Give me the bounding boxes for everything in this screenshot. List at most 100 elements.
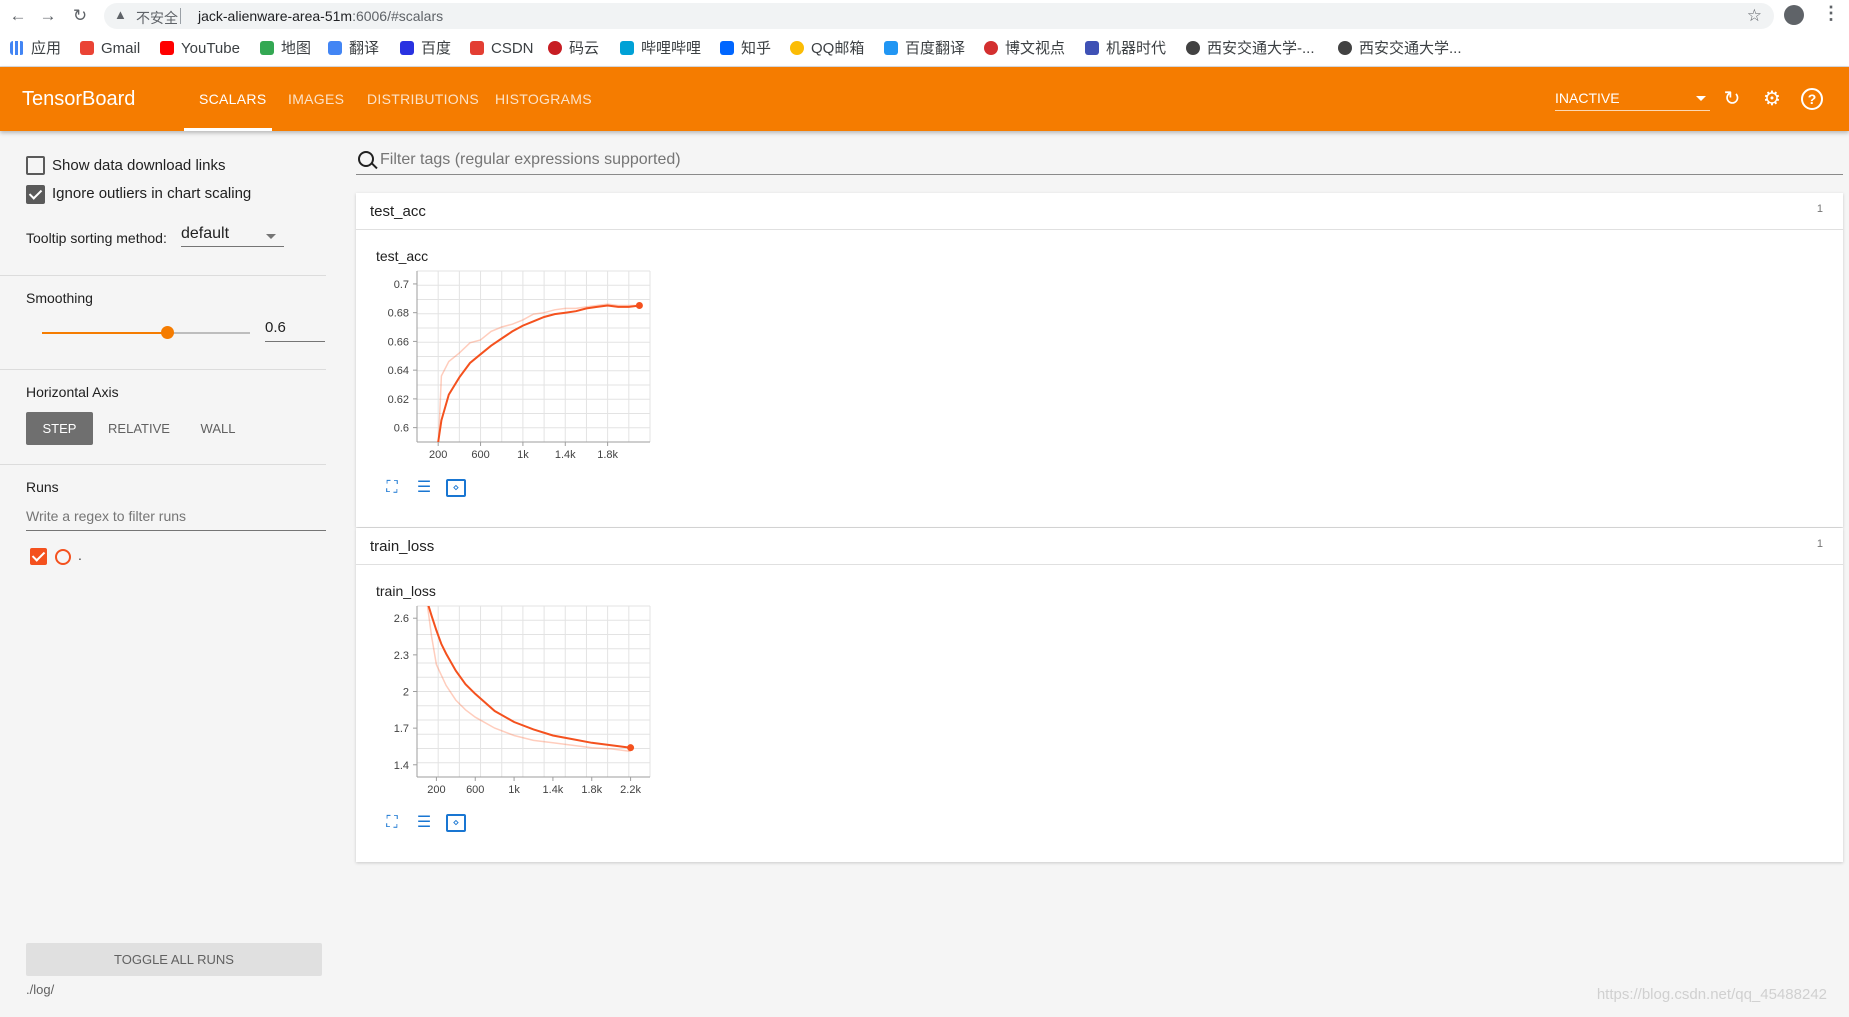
y-tick-label: 2.3: [394, 650, 409, 662]
url-text[interactable]: jack-alienware-area-51m:6006/#scalars: [198, 8, 443, 24]
fit-domain-icon[interactable]: ⋄: [446, 814, 466, 832]
bookmark-label: 翻译: [349, 40, 380, 57]
app-title: TensorBoard: [22, 88, 136, 110]
tag-filter-input[interactable]: Filter tags (regular expressions support…: [356, 147, 1843, 175]
bookmark-label: QQ邮箱: [811, 40, 865, 57]
tag-filter-placeholder: Filter tags (regular expressions support…: [380, 151, 681, 168]
fit-domain-icon[interactable]: ⋄: [446, 479, 466, 497]
run-color-circle: [55, 549, 71, 565]
baidu-icon: [400, 41, 414, 55]
bookmark-baidu-translate[interactable]: 百度翻译: [884, 40, 965, 58]
smoothing-input[interactable]: 0.6: [265, 319, 325, 342]
card-header[interactable]: test_acc 1: [356, 193, 1843, 230]
bookmark-csdn[interactable]: CSDN: [470, 40, 534, 58]
smoothing-slider-fill: [42, 332, 167, 334]
bookmark-gitee[interactable]: 码云: [548, 40, 599, 58]
back-icon[interactable]: ←: [8, 6, 28, 26]
axis-step-button[interactable]: STEP: [26, 412, 93, 445]
bookmark-qqmail[interactable]: QQ邮箱: [790, 40, 864, 58]
maps-icon: [260, 41, 274, 55]
bookmark-gmail[interactable]: Gmail: [80, 40, 140, 58]
y-tick-label: 0.6: [394, 423, 409, 435]
bookmark-apps[interactable]: 应用: [10, 40, 61, 58]
tab-scalars[interactable]: SCALARS: [199, 91, 266, 107]
help-icon[interactable]: ?: [1801, 88, 1823, 110]
card-count: 1: [1816, 538, 1823, 550]
baidu-translate-icon: [884, 41, 898, 55]
card-count: 1: [1816, 203, 1823, 215]
bookmark-label: 百度翻译: [905, 40, 966, 57]
bookmark-label: 博文视点: [1005, 40, 1066, 57]
x-tick-label: 1.8k: [597, 449, 618, 461]
bookmark-bilibili[interactable]: 哔哩哔哩: [620, 40, 701, 58]
tooltip-sorting-select[interactable]: default: [181, 225, 284, 247]
toggle-log-scale-icon[interactable]: ☰: [414, 814, 434, 832]
x-tick-label: 200: [429, 449, 447, 461]
reload-icon[interactable]: ↻: [70, 6, 90, 26]
url-rest: :6006/#scalars: [352, 8, 444, 24]
bookmark-baidu[interactable]: 百度: [400, 40, 451, 58]
tooltip-sorting-label: Tooltip sorting method:: [26, 230, 167, 246]
inactive-select-value: INACTIVE: [1555, 90, 1620, 106]
reload-icon[interactable]: ↻: [1721, 88, 1743, 110]
bookmark-label: 西安交通大学...: [1359, 40, 1462, 57]
axis-relative-button[interactable]: RELATIVE: [103, 412, 175, 445]
globe-icon: [1186, 41, 1200, 55]
tag-card-test-acc: test_acc 1 test_acc 0.6 0.62 0.64 0.66 0.68 0…: [356, 193, 1843, 527]
line-chart-test-acc[interactable]: 0.6 0.62 0.64 0.66 0.68 0.7 200 600 1k 1.4k 1.8k: [370, 267, 670, 467]
address-bar[interactable]: ▲ 不安全 jack-alienware-area-51m:6006/#scal…: [104, 3, 1774, 29]
zhihu-icon: [720, 41, 734, 55]
x-tick-label: 600: [466, 784, 484, 796]
tab-distributions[interactable]: DISTRIBUTIONS: [367, 91, 479, 107]
y-tick-label: 0.66: [388, 336, 409, 348]
smoothing-slider[interactable]: [42, 326, 250, 339]
run-name: .: [78, 547, 82, 563]
jiqi-icon: [1085, 41, 1099, 55]
smoothing-label: Smoothing: [26, 290, 93, 306]
bookmark-star-icon[interactable]: ☆: [1747, 6, 1762, 26]
axis-wall-button[interactable]: WALL: [190, 412, 246, 445]
bookmark-jiqi[interactable]: 机器时代: [1085, 40, 1166, 58]
bookmark-xjtu-2[interactable]: 西安交通大学...: [1338, 40, 1462, 58]
expand-icon[interactable]: ⛶: [382, 814, 402, 832]
bookmark-bowen[interactable]: 博文视点: [984, 40, 1065, 58]
toggle-all-runs-button[interactable]: TOGGLE ALL RUNS: [26, 943, 322, 976]
bookmark-maps[interactable]: 地图: [260, 40, 311, 58]
tooltip-sorting-value: default: [181, 225, 230, 242]
show-download-links-checkbox[interactable]: [26, 156, 45, 175]
gear-icon[interactable]: ⚙: [1761, 88, 1783, 110]
series-end-point: [627, 744, 635, 752]
csdn-icon: [470, 41, 484, 55]
bookmark-youtube[interactable]: YouTube: [160, 40, 240, 58]
bookmark-xjtu-1[interactable]: 西安交通大学-...: [1186, 40, 1315, 58]
chevron-down-icon: [1696, 96, 1706, 101]
smoothing-slider-thumb[interactable]: [160, 326, 174, 339]
menu-dots-icon[interactable]: ⋮: [1822, 3, 1840, 24]
tab-images[interactable]: IMAGES: [288, 91, 344, 107]
bookmark-translate[interactable]: 翻译: [328, 40, 379, 58]
translate-icon: [328, 41, 342, 55]
chart-title: train_loss: [376, 583, 436, 599]
series-line-smoothed: [427, 606, 631, 749]
card-header[interactable]: train_loss 1: [356, 528, 1843, 565]
runs-filter-input[interactable]: Write a regex to filter runs: [26, 508, 326, 531]
bookmark-label: 知乎: [741, 40, 772, 57]
sidebar-divider: [0, 369, 326, 370]
ignore-outliers-checkbox[interactable]: [26, 185, 45, 204]
inactive-dashboards-select[interactable]: INACTIVE: [1555, 90, 1710, 111]
card-tag-title: train_loss: [370, 538, 435, 555]
expand-icon[interactable]: ⛶: [382, 479, 402, 497]
toggle-log-scale-icon[interactable]: ☰: [414, 479, 434, 497]
sidebar: Show data download links Ignore outliers…: [0, 131, 346, 1017]
warning-icon: ▲: [114, 7, 127, 22]
x-tick-label: 1.8k: [581, 784, 602, 796]
tab-histograms[interactable]: HISTOGRAMS: [495, 91, 592, 107]
x-tick-label: 1.4k: [543, 784, 564, 796]
profile-avatar[interactable]: [1784, 5, 1804, 25]
bookmark-zhihu[interactable]: 知乎: [720, 40, 771, 58]
bowen-icon: [984, 41, 998, 55]
forward-icon[interactable]: →: [38, 6, 58, 26]
line-chart-train-loss[interactable]: 1.4 1.7 2 2.3 2.6 200 600 1k 1.4k 1.8k 2.2k: [370, 602, 670, 802]
bookmark-label: 西安交通大学-...: [1207, 40, 1315, 57]
run-checkbox[interactable]: [30, 548, 47, 565]
